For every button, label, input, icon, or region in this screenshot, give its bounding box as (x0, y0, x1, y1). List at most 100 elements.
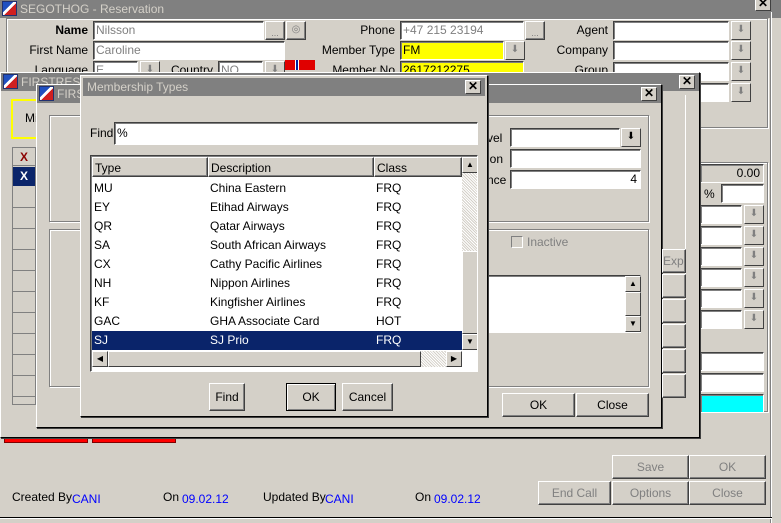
list-item-description: SJ Prio (210, 333, 249, 347)
created-by-label: Created By (12, 490, 73, 504)
side-button-3[interactable] (662, 299, 686, 323)
right-field-5[interactable] (700, 289, 742, 308)
right-dropdown-button-4[interactable]: ⬇ (744, 268, 764, 287)
notes-scroll-up[interactable]: ▲ (625, 276, 641, 292)
phone-field[interactable]: +47 215 23194 (400, 21, 524, 40)
right-field-highlight[interactable] (700, 394, 764, 413)
updated-by-value: CANI (325, 492, 354, 506)
list-item[interactable]: CX Cathy Pacific Airlines FRQ (92, 255, 462, 274)
end-call-button[interactable]: End Call (538, 481, 611, 505)
side-button-2[interactable] (662, 274, 686, 298)
list-scroll-up[interactable]: ▲ (462, 157, 477, 173)
right-dropdown-button-2[interactable]: ⬇ (744, 226, 764, 245)
main-close-button[interactable]: ✕ (755, 0, 771, 11)
member-type-dropdown-button[interactable]: ⬇ (505, 41, 525, 60)
updated-by-label: Updated By (263, 490, 326, 504)
list-item-class: HOT (376, 314, 402, 328)
list-item-type: EY (94, 200, 111, 214)
list-scroll-left[interactable]: ◀ (92, 351, 108, 367)
exp-button[interactable]: Exp (662, 249, 686, 273)
description-field[interactable] (510, 149, 641, 168)
membership-dialog-titlebar: Membership Types ✕ (83, 78, 485, 96)
right-field-3[interactable] (700, 247, 742, 266)
agent-dropdown-button[interactable]: ⬇ (731, 21, 751, 40)
list-item-class: FRQ (376, 200, 402, 214)
list-item[interactable]: QR Qatar Airways FRQ (92, 217, 462, 236)
right-field-6[interactable] (700, 310, 742, 329)
membership-find-button[interactable]: Find (209, 383, 245, 411)
list-item[interactable]: KF Kingfisher Airlines FRQ (92, 293, 462, 312)
right-field-7[interactable] (700, 352, 764, 371)
list-rows: MU China Eastern FRQ EY Etihad Airways FRQ QR Q… (92, 179, 462, 350)
right-dropdown-button-5[interactable]: ⬇ (744, 289, 764, 308)
list-vscroll-thumb[interactable] (462, 251, 477, 334)
name-lookup-button[interactable]: ... (265, 21, 285, 40)
level-field[interactable] (510, 128, 620, 147)
firstres-2-close-button[interactable]: ✕ (641, 87, 657, 101)
save-button[interactable]: Save (612, 455, 689, 479)
list-item[interactable]: GAC GHA Associate Card HOT (92, 312, 462, 331)
name-field[interactable]: Nilsson (93, 21, 264, 40)
notes-scroll-thumb[interactable] (625, 292, 641, 316)
member-type-field[interactable]: FM (400, 41, 504, 60)
source-dropdown-button[interactable]: ⬇ (731, 83, 751, 102)
right-dropdown-button-3[interactable]: ⬇ (744, 247, 764, 266)
list-item-description: Qatar Airways (210, 219, 285, 233)
list-item[interactable]: EY Etihad Airways FRQ (92, 198, 462, 217)
app-icon (2, 1, 17, 16)
find-input[interactable]: % (114, 122, 478, 145)
name-globe-button[interactable]: ◎ (286, 21, 306, 40)
membership-cancel-button[interactable]: Cancel (342, 383, 393, 411)
level-dropdown-button[interactable]: ⬇ (621, 128, 641, 147)
side-button-6[interactable] (662, 374, 686, 398)
list-item[interactable]: MU China Eastern FRQ (92, 179, 462, 198)
phone-label: Phone (360, 23, 395, 37)
list-item-class: FRQ (376, 276, 402, 290)
firstres-2-ok-button[interactable]: OK (502, 393, 575, 417)
list-scroll-down[interactable]: ▼ (462, 334, 477, 350)
options-button[interactable]: Options (612, 481, 689, 505)
first-name-label: First Name (29, 43, 88, 57)
side-button-4[interactable] (662, 324, 686, 348)
notes-scroll-down[interactable]: ▼ (625, 316, 641, 332)
membership-dialog-title: Membership Types (87, 80, 189, 94)
company-dropdown-button[interactable]: ⬇ (731, 41, 751, 60)
right-field-4[interactable] (700, 268, 742, 287)
main-ok-button[interactable]: OK (689, 455, 766, 479)
grid-mark-selected-x[interactable]: X (13, 167, 35, 186)
side-button-5[interactable] (662, 349, 686, 373)
company-field[interactable] (613, 41, 729, 60)
first-name-field[interactable]: Caroline (93, 41, 285, 60)
main-frame-right-edge (770, 12, 772, 523)
list-item[interactable]: SJ SJ Prio FRQ (92, 331, 462, 350)
right-field-2[interactable] (700, 226, 742, 245)
list-scroll-right[interactable]: ▶ (446, 351, 462, 367)
agent-field[interactable] (613, 21, 729, 40)
column-header-type[interactable]: Type (92, 157, 208, 177)
list-item[interactable]: SA South African Airways FRQ (92, 236, 462, 255)
right-dropdown-button-6[interactable]: ⬇ (744, 310, 764, 329)
list-hscroll-thumb[interactable] (108, 351, 421, 367)
group-dropdown-button[interactable]: ⬇ (731, 62, 751, 81)
list-item-description: Kingfisher Airlines (210, 295, 306, 309)
main-close-button-bottom[interactable]: Close (689, 481, 766, 505)
percent-field[interactable] (721, 184, 764, 203)
membership-dialog-close-button[interactable]: ✕ (465, 80, 481, 94)
list-header: Type Description Class (92, 157, 462, 177)
list-item[interactable]: NH Nippon Airlines FRQ (92, 274, 462, 293)
grid-mark-red-x[interactable]: X (13, 148, 35, 166)
inactive-checkbox[interactable] (511, 236, 523, 248)
membership-ok-button[interactable]: OK (286, 383, 336, 411)
firstres-1-close-button[interactable]: ✕ (679, 75, 695, 89)
right-field-1[interactable] (700, 205, 742, 224)
notes-textarea[interactable] (477, 275, 641, 333)
list-item-type: NH (94, 276, 112, 290)
right-field-8[interactable] (700, 373, 764, 392)
sequence-field[interactable]: 4 (510, 170, 641, 189)
list-item-type: GAC (94, 314, 121, 328)
firstres-2-close-button-bottom[interactable]: Close (576, 393, 649, 417)
right-dropdown-button-1[interactable]: ⬇ (744, 205, 764, 224)
column-header-description[interactable]: Description (208, 157, 374, 177)
amount-field: 0.00 (700, 164, 764, 183)
column-header-class[interactable]: Class (374, 157, 462, 177)
